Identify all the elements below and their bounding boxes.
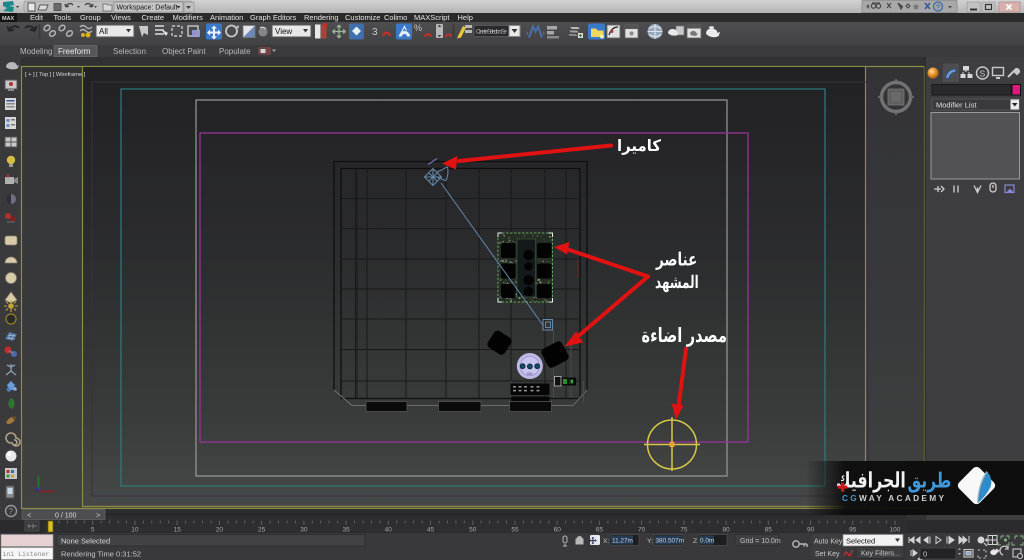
svg-text:CGWAY ACADEMY: CGWAY ACADEMY (842, 493, 946, 503)
